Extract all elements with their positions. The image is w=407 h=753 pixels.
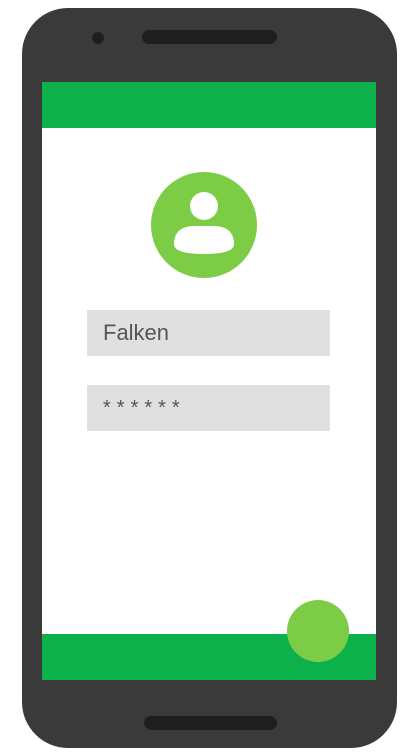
avatar-head: [190, 192, 218, 220]
username-field[interactable]: [87, 310, 330, 356]
app-screen: [42, 82, 376, 680]
phone-frame: [22, 8, 397, 748]
avatar-body: [174, 226, 234, 254]
password-field[interactable]: [87, 385, 330, 431]
camera-icon: [92, 32, 104, 44]
user-avatar-icon: [151, 172, 257, 278]
top-app-bar: [42, 82, 376, 128]
earpiece-speaker: [142, 30, 277, 44]
avatar-circle: [151, 172, 257, 278]
bottom-speaker: [144, 716, 277, 730]
floating-action-button[interactable]: [287, 600, 349, 662]
